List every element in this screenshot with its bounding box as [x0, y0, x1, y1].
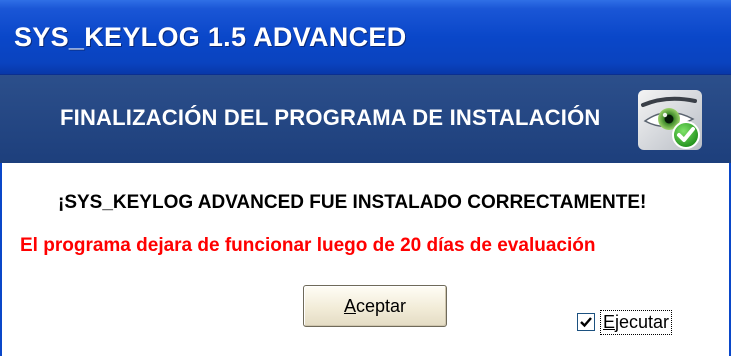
- evaluation-warning: El programa dejara de funcionar luego de…: [20, 235, 596, 256]
- header-title: FINALIZACIÓN DEL PROGRAMA DE INSTALACIÓN: [60, 105, 601, 130]
- accept-label: ceptar: [355, 295, 407, 316]
- checkmark-icon: [580, 317, 592, 328]
- run-mnemonic: E: [603, 311, 616, 332]
- title-bar[interactable]: SYS_KEYLOG 1.5 ADVANCED: [0, 0, 731, 75]
- checkbox-box[interactable]: [577, 313, 595, 331]
- accept-mnemonic: A: [343, 295, 356, 316]
- header-band: FINALIZACIÓN DEL PROGRAMA DE INSTALACIÓN: [0, 75, 731, 163]
- success-message: ¡SYS_KEYLOG ADVANCED FUE INSTALADO CORRE…: [58, 192, 647, 213]
- installer-window: SYS_KEYLOG 1.5 ADVANCED FINALIZACIÓN DEL…: [0, 0, 731, 356]
- run-label: Ejecutar: [600, 309, 673, 335]
- window-title: SYS_KEYLOG 1.5 ADVANCED: [14, 22, 407, 52]
- run-label-rest: jecutar: [615, 311, 670, 332]
- run-checkbox[interactable]: Ejecutar: [577, 309, 673, 335]
- eye-check-icon: [638, 90, 702, 150]
- accept-button[interactable]: Aceptar: [303, 285, 447, 327]
